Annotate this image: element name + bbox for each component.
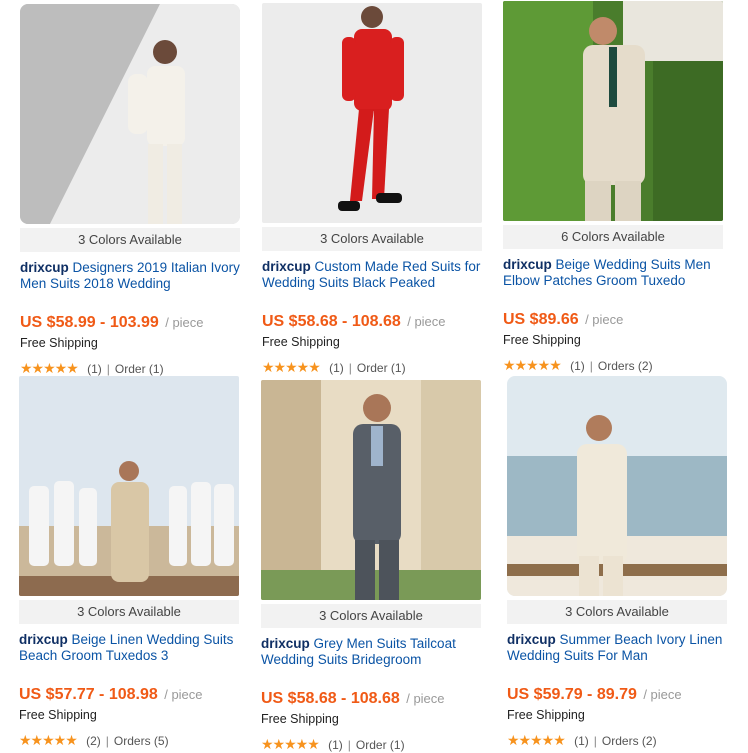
ivory-suit-photo xyxy=(20,4,240,224)
product-card[interactable]: 3 Colors Available drixcup Designers 201… xyxy=(20,4,240,376)
colors-available: 3 Colors Available xyxy=(262,227,482,251)
price: US $58.68 - 108.68 xyxy=(261,690,400,707)
beige-suit-photo xyxy=(503,1,723,221)
rating-row: ★★★★★ (1) | Orders (2) xyxy=(503,357,723,373)
shipping-info: Free Shipping xyxy=(19,708,97,722)
price-row: US $58.99 - 103.99 / piece xyxy=(20,314,240,334)
red-suit-photo xyxy=(262,3,482,223)
review-count[interactable]: (1) xyxy=(574,734,589,748)
review-count[interactable]: (2) xyxy=(86,734,101,748)
price: US $59.79 - 89.79 xyxy=(507,686,637,703)
price-unit: / piece xyxy=(164,687,203,702)
brand-name[interactable]: drixcup xyxy=(19,632,68,647)
price-row: US $89.66 / piece xyxy=(503,311,723,331)
separator: | xyxy=(106,362,110,376)
shipping-info: Free Shipping xyxy=(262,335,340,349)
star-rating-icon: ★★★★★ xyxy=(20,360,79,376)
product-card[interactable]: 3 Colors Available drixcup Grey Men Suit… xyxy=(261,380,481,752)
shipping-info: Free Shipping xyxy=(503,333,581,347)
star-rating-icon: ★★★★★ xyxy=(503,357,562,373)
price-row: US $58.68 - 108.68 / piece xyxy=(261,690,481,710)
shipping-info: Free Shipping xyxy=(261,712,339,726)
star-rating-icon: ★★★★★ xyxy=(507,732,566,748)
price-unit: / piece xyxy=(643,687,682,702)
separator: | xyxy=(593,734,597,748)
price-unit: / piece xyxy=(406,691,445,706)
order-count: Orders (5) xyxy=(113,734,169,748)
separator: | xyxy=(589,359,593,373)
colors-available: 3 Colors Available xyxy=(507,600,727,624)
colors-available: 3 Colors Available xyxy=(20,228,240,252)
product-image[interactable] xyxy=(503,1,723,221)
price-unit: / piece xyxy=(585,312,624,327)
star-rating-icon: ★★★★★ xyxy=(261,736,320,752)
price: US $57.77 - 108.98 xyxy=(19,686,158,703)
order-count: Orders (2) xyxy=(601,734,657,748)
price-unit: / piece xyxy=(165,315,204,330)
grey-tailcoat-photo xyxy=(261,380,481,600)
review-count[interactable]: (1) xyxy=(329,361,344,375)
product-image[interactable] xyxy=(20,4,240,224)
beach-groomsmen-photo xyxy=(19,376,239,596)
price-row: US $57.77 - 108.98 / piece xyxy=(19,686,239,706)
order-count: Order (1) xyxy=(356,361,406,375)
separator: | xyxy=(347,738,351,752)
shipping-info: Free Shipping xyxy=(20,336,98,350)
product-title[interactable]: drixcup Beige Linen Wedding Suits Beach … xyxy=(19,632,239,666)
review-count[interactable]: (1) xyxy=(328,738,343,752)
product-title[interactable]: drixcup Custom Made Red Suits for Weddin… xyxy=(262,259,482,293)
price: US $58.99 - 103.99 xyxy=(20,314,159,331)
product-card[interactable]: 3 Colors Available drixcup Beige Linen W… xyxy=(19,376,239,748)
product-title[interactable]: drixcup Summer Beach Ivory Linen Wedding… xyxy=(507,632,727,666)
product-card[interactable]: 3 Colors Available drixcup Custom Made R… xyxy=(262,3,482,375)
rating-row: ★★★★★ (1) | Order (1) xyxy=(20,360,240,376)
review-count[interactable]: (1) xyxy=(87,362,102,376)
colors-available: 3 Colors Available xyxy=(19,600,239,624)
order-count: Order (1) xyxy=(114,362,164,376)
order-count: Order (1) xyxy=(355,738,405,752)
price-row: US $59.79 - 89.79 / piece xyxy=(507,686,727,706)
review-count[interactable]: (1) xyxy=(570,359,585,373)
product-title[interactable]: drixcup Beige Wedding Suits Men Elbow Pa… xyxy=(503,257,723,291)
price-row: US $58.68 - 108.68 / piece xyxy=(262,313,482,333)
shipping-info: Free Shipping xyxy=(507,708,585,722)
rating-row: ★★★★★ (1) | Order (1) xyxy=(261,736,481,752)
separator: | xyxy=(348,361,352,375)
separator: | xyxy=(105,734,109,748)
summer-beach-suit-photo xyxy=(507,376,727,596)
product-image[interactable] xyxy=(507,376,727,596)
product-image[interactable] xyxy=(19,376,239,596)
brand-name[interactable]: drixcup xyxy=(507,632,556,647)
product-title[interactable]: drixcup Grey Men Suits Tailcoat Wedding … xyxy=(261,636,481,670)
star-rating-icon: ★★★★★ xyxy=(19,732,78,748)
rating-row: ★★★★★ (2) | Orders (5) xyxy=(19,732,239,748)
brand-name[interactable]: drixcup xyxy=(262,259,311,274)
order-count: Orders (2) xyxy=(597,359,653,373)
brand-name[interactable]: drixcup xyxy=(20,260,69,275)
price-unit: / piece xyxy=(407,314,446,329)
product-card[interactable]: 3 Colors Available drixcup Summer Beach … xyxy=(507,376,727,748)
colors-available: 6 Colors Available xyxy=(503,225,723,249)
price: US $58.68 - 108.68 xyxy=(262,313,401,330)
colors-available: 3 Colors Available xyxy=(261,604,481,628)
product-card[interactable]: 6 Colors Available drixcup Beige Wedding… xyxy=(503,1,723,373)
price: US $89.66 xyxy=(503,311,579,328)
rating-row: ★★★★★ (1) | Orders (2) xyxy=(507,732,727,748)
star-rating-icon: ★★★★★ xyxy=(262,359,321,375)
brand-name[interactable]: drixcup xyxy=(261,636,310,651)
product-image[interactable] xyxy=(262,3,482,223)
product-title[interactable]: drixcup Designers 2019 Italian Ivory Men… xyxy=(20,260,240,294)
rating-row: ★★★★★ (1) | Order (1) xyxy=(262,359,482,375)
product-image[interactable] xyxy=(261,380,481,600)
brand-name[interactable]: drixcup xyxy=(503,257,552,272)
